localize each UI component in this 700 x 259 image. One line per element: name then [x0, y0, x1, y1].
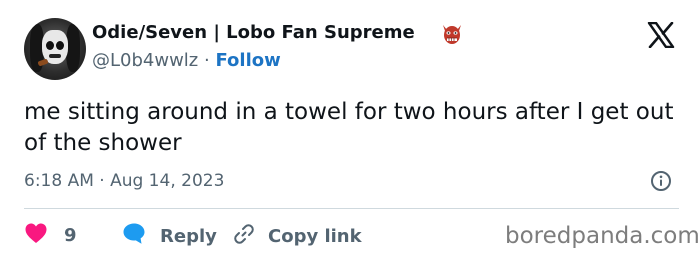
reply-label: Reply	[160, 225, 217, 247]
watermark: boredpanda.com	[505, 223, 700, 249]
like-count: 9	[64, 225, 77, 246]
divider	[24, 208, 679, 209]
heart-icon	[24, 222, 48, 249]
author-display-name[interactable]: Odie/Seven | Lobo Fan Supreme	[92, 22, 415, 43]
copy-link-button[interactable]: Copy link	[232, 222, 362, 251]
x-logo-icon[interactable]	[647, 21, 675, 52]
author-handle-row: @L0b4wwlz · Follow	[92, 50, 281, 71]
reply-button[interactable]: Reply	[122, 222, 217, 250]
link-icon	[232, 222, 256, 251]
copy-link-label: Copy link	[268, 226, 362, 247]
author-avatar[interactable]	[24, 18, 86, 80]
reply-bubble-icon	[122, 222, 146, 250]
info-icon[interactable]	[650, 170, 672, 196]
follow-button[interactable]: Follow	[215, 50, 280, 71]
handle-separator: ·	[204, 50, 210, 71]
author-handle[interactable]: @L0b4wwlz	[92, 50, 198, 71]
like-button[interactable]: 9	[24, 222, 77, 249]
tweet-text: me sitting around in a towel for two hou…	[24, 99, 674, 156]
tweet-timestamp[interactable]: 6:18 AM · Aug 14, 2023	[24, 171, 224, 191]
demon-mask-icon	[440, 22, 464, 50]
